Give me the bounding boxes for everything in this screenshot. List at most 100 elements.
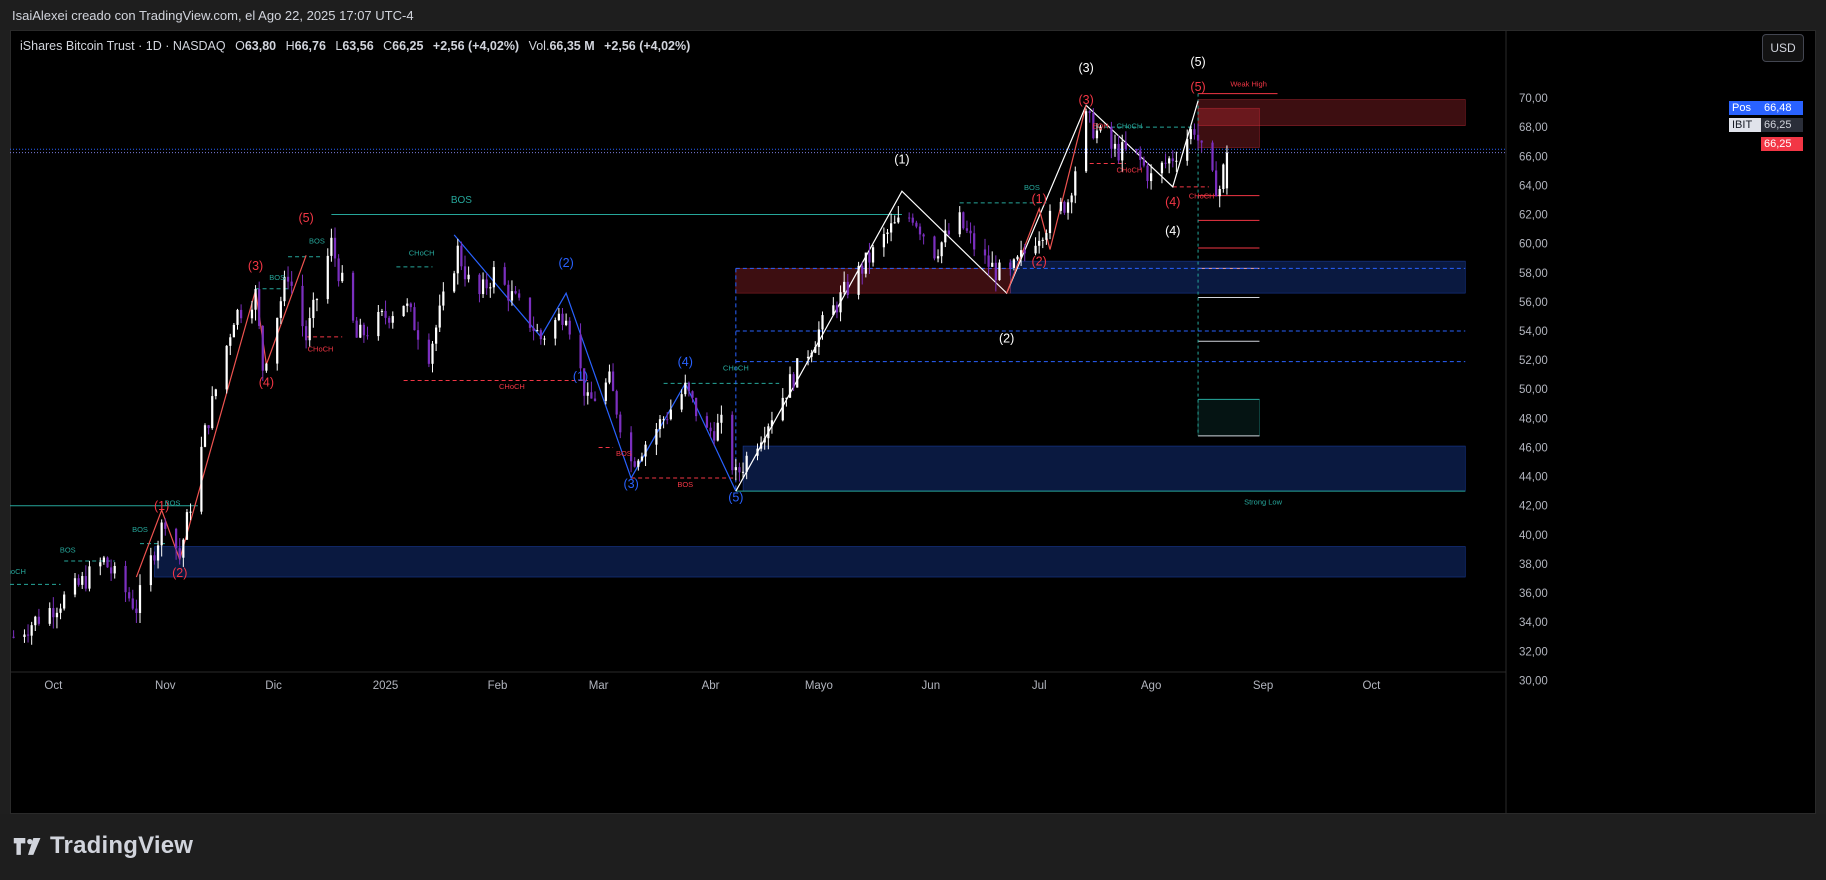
- legend-open-label: O: [235, 39, 245, 53]
- zone-blue: [742, 445, 1466, 492]
- wave-label: (1): [1032, 192, 1047, 206]
- candle-body: [593, 398, 597, 401]
- candle-body: [1189, 129, 1192, 140]
- legend-volume-change: +2,56 (+4,02%): [604, 39, 691, 53]
- candle-body: [304, 326, 308, 341]
- candle-body: [528, 297, 532, 328]
- legend-high: 66,76: [294, 39, 326, 53]
- structure-label: BOS: [165, 499, 181, 508]
- candle-body: [124, 565, 127, 593]
- candle-body: [1038, 240, 1041, 246]
- candle-body: [214, 389, 217, 397]
- candle-body: [254, 289, 257, 310]
- candle-body: [99, 562, 102, 567]
- candle-body: [81, 576, 84, 585]
- candle-body: [536, 330, 539, 332]
- currency-button[interactable]: USD: [1762, 34, 1804, 62]
- wave-label: (2): [558, 256, 573, 270]
- candle-body: [377, 311, 380, 337]
- wave-label: (4): [259, 375, 274, 389]
- wave-lines-layer: [135, 100, 1199, 578]
- candle-body: [518, 293, 521, 298]
- candle-body: [229, 337, 232, 346]
- candle-body: [785, 397, 788, 399]
- price-chart[interactable]: (1) (2) (3) (4) (5) (1) (2) (3) (4) (5) (1) (2) (3) (…: [10, 30, 1816, 814]
- candle-body: [384, 310, 387, 318]
- candle-body: [1142, 159, 1146, 166]
- candle-body: [366, 335, 369, 337]
- wave-label: (4): [1165, 195, 1180, 209]
- candle-body: [611, 371, 615, 392]
- candle-body: [330, 237, 333, 256]
- candle-body: [413, 307, 416, 331]
- structure-label: BOS: [1024, 183, 1040, 192]
- last-price-label: 66,25: [1761, 137, 1803, 151]
- wave-line-blue: [453, 234, 737, 492]
- candle-body: [489, 287, 492, 289]
- structure-label: CHoCH: [499, 382, 525, 391]
- zone-red: [1197, 107, 1260, 148]
- candle-body: [1084, 111, 1088, 172]
- candle-body: [745, 455, 748, 472]
- legend-close-label: C: [383, 39, 393, 53]
- candle-body: [315, 299, 319, 301]
- attribution-text: IsaiAlexei creado con TradingView.com, e…: [12, 8, 414, 23]
- candle-body: [1009, 262, 1012, 268]
- candle-body: [1124, 142, 1127, 150]
- candle-body: [864, 252, 867, 274]
- candle-body: [106, 557, 109, 568]
- candle-body: [539, 330, 542, 340]
- candle-body: [716, 422, 719, 441]
- candle-body: [962, 212, 965, 229]
- candle-body: [832, 305, 835, 316]
- candle-body: [1070, 195, 1073, 203]
- candle-body: [944, 230, 947, 243]
- candle-body: [987, 255, 990, 267]
- candle-body: [427, 339, 431, 364]
- structure-label: CHoCH: [1117, 165, 1143, 174]
- candle-body: [507, 284, 510, 301]
- y-tick-label: 52,00: [1519, 355, 1548, 367]
- candle-body: [1045, 233, 1048, 240]
- candle-body: [554, 320, 557, 339]
- candle-body: [713, 431, 716, 441]
- candle-body: [1063, 201, 1066, 213]
- candle-body: [908, 217, 911, 219]
- zone-blue: [154, 546, 1466, 578]
- candle-body: [796, 358, 799, 388]
- candle-body: [442, 291, 445, 306]
- legend-symbol[interactable]: iShares Bitcoin Trust · 1D · NASDAQ: [20, 39, 226, 53]
- candle-body: [211, 396, 214, 429]
- candle-body: [767, 426, 770, 439]
- candle-body: [1012, 259, 1016, 268]
- x-tick-label: Jul: [1032, 680, 1047, 692]
- candle-body: [1211, 142, 1214, 171]
- structure-label: CHoCH: [409, 248, 435, 257]
- position-label: Pos: [1729, 101, 1761, 115]
- candle-body: [922, 234, 925, 237]
- x-tick-label: Abr: [702, 680, 720, 692]
- zone-red: [735, 268, 1011, 294]
- candle-body: [998, 262, 1001, 281]
- candle-body: [1095, 130, 1099, 139]
- candle-body: [463, 266, 467, 280]
- candle-body: [185, 512, 189, 540]
- candle-body: [1117, 143, 1120, 161]
- y-tick-label: 62,00: [1519, 210, 1548, 222]
- candle-body: [402, 305, 405, 317]
- candle-body: [279, 301, 282, 318]
- y-tick-label: 60,00: [1519, 239, 1548, 251]
- y-tick-label: 70,00: [1519, 93, 1548, 105]
- wave-label: (3): [623, 477, 638, 491]
- candle-body: [1175, 160, 1178, 162]
- candle-body: [207, 425, 210, 429]
- x-tick-label: Nov: [155, 680, 176, 692]
- candle-body: [893, 222, 896, 224]
- candle-body: [1146, 165, 1149, 182]
- candle-body: [456, 245, 459, 274]
- candle-body: [102, 557, 106, 563]
- tradingview-brand[interactable]: TradingView: [12, 832, 193, 860]
- y-tick-label: 66,00: [1519, 151, 1548, 163]
- candle-body: [861, 265, 864, 274]
- candle-body: [453, 273, 456, 292]
